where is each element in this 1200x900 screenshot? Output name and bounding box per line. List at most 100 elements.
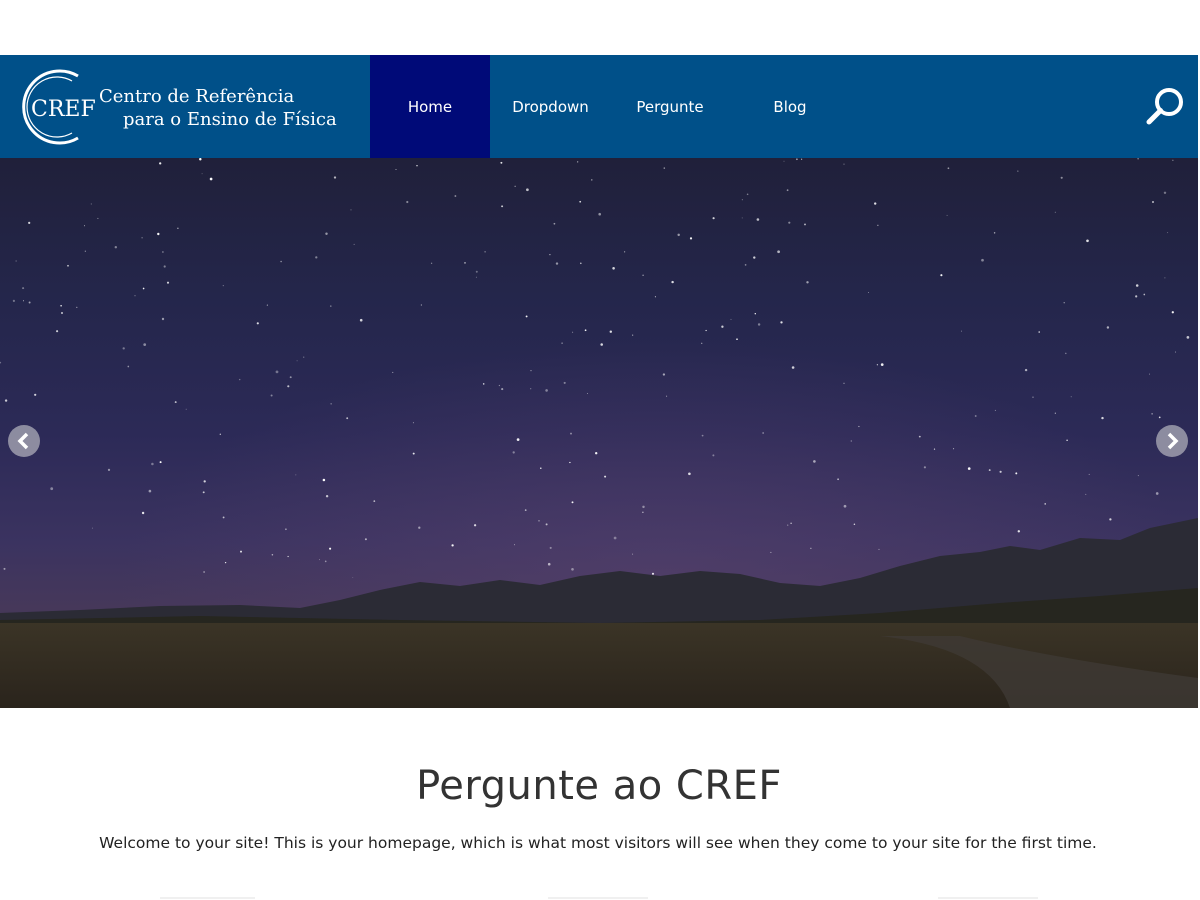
star	[988, 469, 991, 472]
star	[238, 378, 241, 381]
star	[721, 325, 724, 328]
star	[330, 305, 332, 307]
star	[1063, 302, 1065, 304]
star	[876, 364, 879, 366]
star	[545, 523, 548, 526]
star	[60, 305, 62, 307]
star	[484, 251, 486, 253]
star	[406, 200, 409, 204]
logo-monogram: CREF	[31, 97, 96, 122]
intro-text: Welcome to your site! This is your homep…	[99, 834, 1097, 852]
star	[50, 487, 54, 491]
star	[1151, 413, 1153, 415]
star	[1060, 176, 1063, 179]
nav-item-home[interactable]: Home	[370, 55, 490, 158]
star	[201, 173, 203, 175]
search-button[interactable]	[1144, 85, 1188, 129]
carousel-prev-button[interactable]	[8, 425, 40, 457]
star	[67, 264, 69, 267]
star	[612, 267, 615, 270]
star	[1085, 493, 1087, 495]
star	[287, 385, 290, 388]
star	[1135, 295, 1138, 298]
star	[974, 415, 977, 417]
star	[498, 384, 501, 387]
star	[701, 342, 703, 344]
star	[547, 562, 551, 566]
star	[416, 165, 418, 167]
star	[420, 304, 422, 306]
star	[127, 365, 130, 368]
logo-wordmark: Centro de Referência para o Ensino de Fí…	[99, 85, 337, 131]
star	[451, 544, 454, 547]
star	[199, 158, 202, 161]
star	[877, 224, 879, 226]
star	[555, 262, 559, 265]
star	[1038, 331, 1040, 333]
star	[689, 237, 693, 240]
star	[994, 409, 996, 411]
star	[569, 461, 571, 464]
nav-item-blog[interactable]: Blog	[729, 55, 851, 158]
star	[783, 160, 785, 162]
star	[757, 323, 761, 326]
site-header: CREF Centro de Referência para o Ensino …	[0, 55, 1198, 158]
star	[159, 461, 162, 464]
star	[346, 417, 349, 420]
star	[28, 221, 31, 225]
star	[853, 523, 856, 526]
star	[174, 401, 177, 404]
star	[744, 264, 747, 266]
star	[289, 376, 292, 379]
star	[705, 329, 707, 332]
star	[350, 209, 352, 211]
star	[28, 301, 31, 304]
star	[516, 438, 520, 441]
star	[266, 304, 268, 306]
star	[524, 509, 527, 511]
star	[473, 524, 477, 527]
star	[1149, 373, 1150, 375]
star	[34, 393, 37, 396]
star	[1101, 416, 1104, 420]
star	[701, 434, 704, 437]
star	[454, 195, 457, 197]
star	[940, 274, 943, 277]
star	[22, 287, 25, 290]
star	[15, 260, 17, 262]
star	[1167, 232, 1169, 234]
star	[1054, 412, 1056, 414]
star	[525, 315, 528, 318]
chevron-left-icon	[17, 432, 29, 450]
site-logo[interactable]: CREF Centro de Referência para o Ensino …	[12, 65, 362, 150]
star	[595, 452, 598, 455]
star	[613, 536, 617, 540]
star	[475, 276, 477, 278]
divider	[548, 897, 648, 899]
star	[56, 330, 59, 333]
star	[712, 217, 715, 220]
star	[609, 330, 612, 333]
star	[540, 467, 542, 470]
star	[392, 371, 394, 373]
star	[352, 576, 354, 578]
star	[324, 560, 327, 563]
star	[632, 334, 634, 336]
star	[162, 251, 164, 253]
star	[933, 448, 936, 450]
carousel-next-button[interactable]	[1156, 425, 1188, 457]
star	[572, 331, 574, 333]
star	[712, 454, 715, 457]
star	[353, 243, 355, 245]
star	[746, 193, 749, 196]
star	[1044, 503, 1046, 505]
star	[157, 232, 160, 236]
nav-item-dropdown[interactable]: Dropdown	[490, 55, 611, 158]
star	[513, 544, 516, 546]
nav-item-pergunte[interactable]: Pergunte	[611, 55, 729, 158]
star	[512, 451, 515, 454]
star	[412, 452, 415, 455]
star	[993, 232, 996, 234]
star	[141, 237, 143, 239]
star	[464, 262, 466, 264]
